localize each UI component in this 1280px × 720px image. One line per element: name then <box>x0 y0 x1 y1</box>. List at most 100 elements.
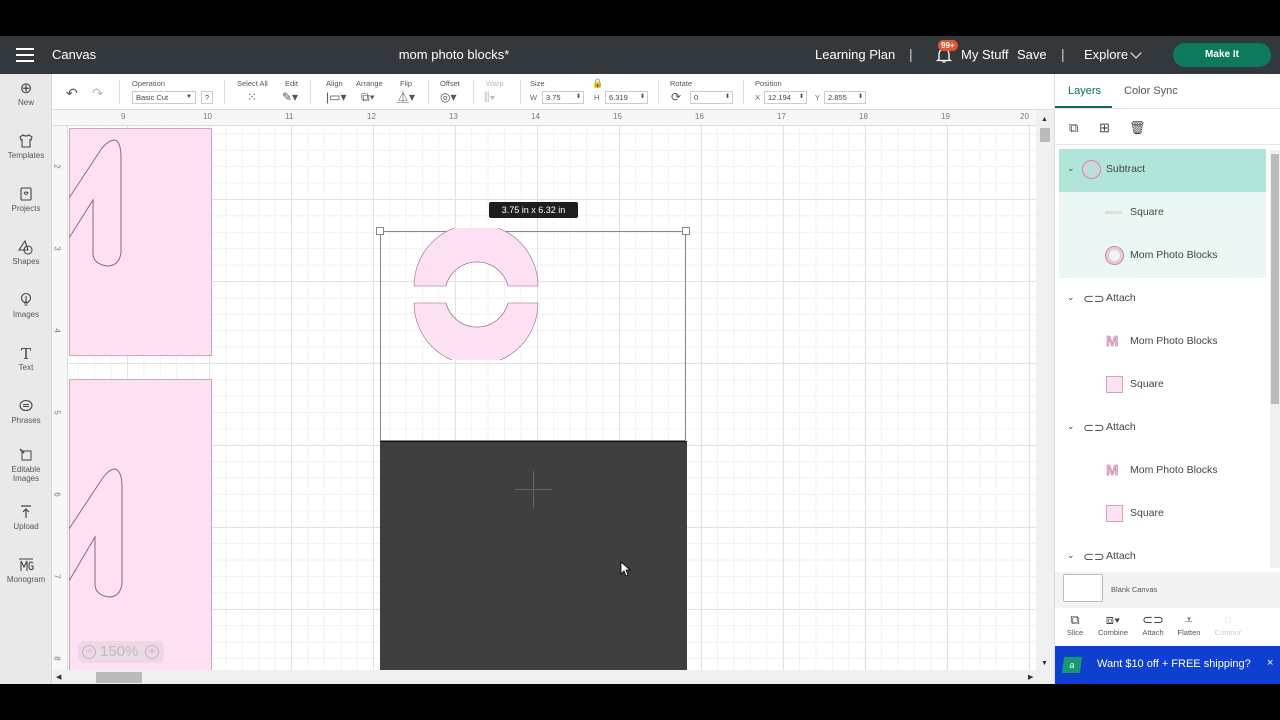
offset-icon[interactable]: ◎▾ <box>440 90 457 104</box>
width-input[interactable]: 3.75 ⬍ <box>542 91 584 104</box>
trash-icon[interactable]: 🗑 <box>1129 120 1146 136</box>
layer-name: Mom Photo Blocks <box>1130 249 1218 261</box>
vertical-scrollbar[interactable] <box>1036 110 1054 684</box>
letter-m-outline[interactable] <box>69 379 129 609</box>
horizontal-scroll-thumb[interactable] <box>96 672 142 683</box>
rotate-icon[interactable]: ⟳ <box>671 90 681 104</box>
save-button[interactable]: Save <box>1017 47 1047 62</box>
close-icon[interactable]: × <box>1267 657 1273 669</box>
explore-menu[interactable]: Explore <box>1084 47 1128 62</box>
contour-icon: ◌ <box>1224 612 1232 627</box>
chevron-down-icon[interactable]: ⌄ <box>1067 421 1075 432</box>
layer-group-subtract[interactable]: ⌄ Subtract <box>1059 149 1266 192</box>
crosshair-icon <box>533 471 534 508</box>
header-separator: | <box>1061 46 1065 62</box>
zoom-in-button[interactable]: + <box>145 645 159 659</box>
horizontal-scrollbar[interactable] <box>52 670 1036 684</box>
scroll-up-icon[interactable]: ▲ <box>1041 116 1048 123</box>
stepper-icon[interactable]: ⬍ <box>858 92 863 103</box>
tab-color-sync[interactable]: Color Sync <box>1124 85 1178 97</box>
slice-button[interactable]: ⧉ Slice <box>1055 612 1095 637</box>
edit-pencil-icon[interactable]: ✎▾ <box>282 90 298 104</box>
sidebar-item-phrases[interactable]: Phrases <box>0 398 52 425</box>
arrange-label: Arrange <box>356 79 383 88</box>
resize-handle[interactable] <box>682 227 690 235</box>
attach-button[interactable]: ⊂⊃ Attach <box>1133 612 1173 637</box>
arrange-icon[interactable]: ⧉▾ <box>361 90 375 104</box>
help-button[interactable]: ? <box>201 91 213 104</box>
blank-canvas-swatch[interactable] <box>1063 574 1103 602</box>
layer-item[interactable]: Mom Photo Blocks <box>1059 235 1266 278</box>
sidebar-item-images[interactable]: Images <box>0 292 52 319</box>
sidebar-item-text[interactable]: T Text <box>0 345 52 372</box>
contour-button: ◌ Contour <box>1208 612 1248 637</box>
make-it-button[interactable]: Make It <box>1173 43 1271 67</box>
layer-item[interactable]: Square <box>1059 493 1266 536</box>
stepper-icon[interactable]: ⬍ <box>725 92 730 103</box>
chevron-down-icon[interactable]: ⌄ <box>1067 163 1075 174</box>
sidebar-item-monogram[interactable]: Monogram <box>0 557 52 584</box>
tool-label: Combine <box>1097 628 1128 637</box>
zoom-out-button[interactable]: − <box>82 645 96 659</box>
lock-icon[interactable]: 🔒 <box>592 76 603 90</box>
tab-layers[interactable]: Layers <box>1068 85 1101 97</box>
toolbar-divider <box>224 80 225 104</box>
layer-item[interactable]: M Mom Photo Blocks <box>1059 321 1266 364</box>
sidebar-item-projects[interactable]: Projects <box>0 186 52 213</box>
sidebar-item-new[interactable]: ⊕ New <box>0 80 52 107</box>
size-label: Size <box>530 79 545 88</box>
toolbar-divider <box>520 80 521 104</box>
group-icon[interactable]: ⧉ <box>1069 120 1078 136</box>
letter-m-outline[interactable] <box>69 128 129 278</box>
x-position-input[interactable]: 12.194 ⬍ <box>764 91 807 104</box>
resize-handle[interactable] <box>376 227 384 235</box>
line-shape-icon <box>1105 211 1122 214</box>
undo-icon[interactable]: ↶ <box>66 86 78 100</box>
align-icon[interactable]: |▭▾ <box>326 90 346 104</box>
toolbar-divider <box>743 80 744 104</box>
stepper-icon[interactable]: ⬍ <box>640 92 645 103</box>
square-shape-icon <box>1106 376 1123 393</box>
subtract-ring-shape[interactable] <box>410 228 542 360</box>
promo-banner[interactable]: a Want $10 off + FREE shipping? × <box>1055 646 1280 684</box>
learning-plan-link[interactable]: Learning Plan <box>815 47 895 62</box>
sidebar-item-editable-images[interactable]: Editable Images <box>0 447 52 483</box>
rotate-input[interactable]: 0 ⬍ <box>690 91 733 104</box>
blank-canvas-row[interactable]: Blank Canvas <box>1055 572 1280 608</box>
sidebar-item-upload[interactable]: Upload <box>0 504 52 531</box>
scroll-down-icon[interactable]: ▼ <box>1041 660 1048 667</box>
redo-icon[interactable]: ↷ <box>92 86 104 100</box>
my-stuff-link[interactable]: My Stuff <box>961 47 1008 62</box>
promo-text[interactable]: Want $10 off + FREE shipping? <box>1097 658 1251 670</box>
y-value: 2.855 <box>828 93 847 102</box>
x-label: X <box>755 93 761 102</box>
operation-select[interactable]: Basic Cut ▼ <box>132 91 196 104</box>
stepper-icon[interactable]: ⬍ <box>576 92 581 103</box>
duplicate-icon[interactable]: ⊞ <box>1099 120 1110 136</box>
combine-button[interactable]: ⧈▾ Combine <box>1093 612 1133 637</box>
y-position-input[interactable]: 2.855 ⬍ <box>824 91 866 104</box>
select-all-icon[interactable]: ⁙ <box>247 90 257 104</box>
layers-scroll-thumb[interactable] <box>1271 154 1279 404</box>
layer-item[interactable]: Square <box>1059 364 1266 407</box>
flatten-button[interactable]: ⩡ Flatten <box>1169 612 1209 637</box>
chevron-down-icon[interactable]: ⌄ <box>1067 292 1075 303</box>
chevron-down-icon[interactable] <box>1130 47 1142 59</box>
flip-icon[interactable]: ⏅▾ <box>397 90 415 104</box>
layer-group-attach[interactable]: ⌄ ⊂⊃ Attach <box>1059 407 1266 450</box>
height-input[interactable]: 6.319 ⬍ <box>605 91 648 104</box>
warp-label: Warp <box>486 79 504 88</box>
ruler-vertical: 2 3 4 5 6 7 8 <box>52 126 68 670</box>
scroll-left-icon[interactable]: ◀ <box>56 673 61 681</box>
chevron-down-icon[interactable]: ⌄ <box>1067 550 1075 561</box>
stepper-icon[interactable]: ⬍ <box>799 92 804 103</box>
sidebar-item-templates[interactable]: Templates <box>0 133 52 160</box>
layer-group-attach[interactable]: ⌄ ⊂⊃ Attach <box>1059 278 1266 321</box>
vertical-scroll-thumb[interactable] <box>1040 128 1050 142</box>
layer-group-attach[interactable]: ⌄ ⊂⊃ Attach <box>1059 536 1266 570</box>
scroll-right-icon[interactable]: ▶ <box>1028 673 1033 681</box>
sidebar-item-shapes[interactable]: Shapes <box>0 239 52 266</box>
layer-item[interactable]: Square <box>1059 192 1266 235</box>
layer-item[interactable]: M Mom Photo Blocks <box>1059 450 1266 493</box>
sidebar-item-label: Templates <box>7 151 45 160</box>
